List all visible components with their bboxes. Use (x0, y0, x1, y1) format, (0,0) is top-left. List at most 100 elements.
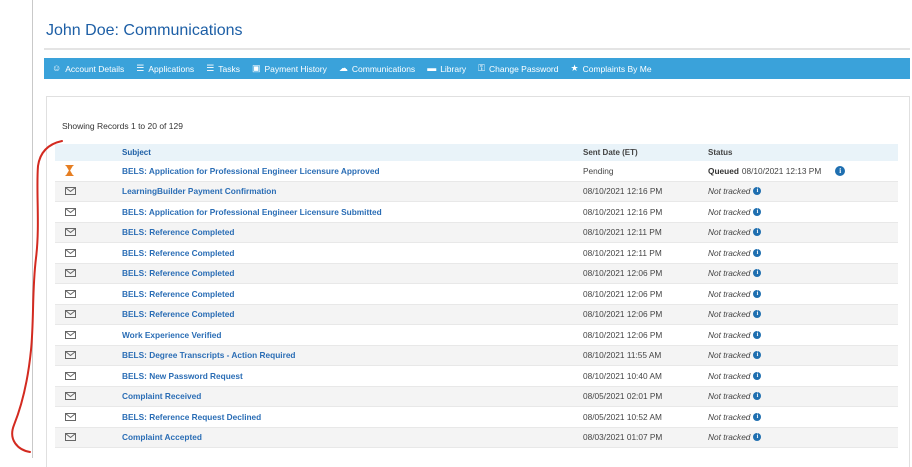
header-status[interactable]: Status (708, 148, 898, 157)
page-title: John Doe: Communications (46, 22, 243, 39)
info-icon[interactable]: i (753, 371, 762, 380)
info-icon[interactable]: i (753, 433, 762, 442)
envelope-icon (55, 269, 122, 278)
sent-date-cell: 08/10/2021 10:40 AM (583, 370, 662, 381)
nav-bar: ☺ Account Details ☰ Applications ☰ Tasks ▣ Paym… (44, 58, 910, 79)
status-cell: Not tracked i (708, 412, 898, 422)
subject-link[interactable]: BELS: Reference Completed (122, 227, 235, 237)
subject-link[interactable]: Work Experience Verified (122, 330, 221, 340)
sent-date-cell: 08/10/2021 12:16 PM (583, 206, 663, 217)
info-icon[interactable]: i (753, 330, 762, 339)
sent-date-cell: 08/03/2021 01:07 PM (583, 432, 663, 443)
table-row: BELS: Application for Professional Engin… (55, 161, 898, 182)
envelope-icon (55, 351, 122, 360)
subject-cell: BELS: Reference Completed (122, 248, 583, 258)
info-icon[interactable]: i (753, 351, 762, 360)
subject-link[interactable]: BELS: Reference Completed (122, 248, 235, 258)
sent-date-cell: 08/10/2021 12:06 PM (583, 268, 663, 279)
subject-link[interactable]: BELS: Application for Professional Engin… (122, 166, 380, 176)
nav-item-tasks[interactable]: ☰ Tasks (206, 64, 240, 74)
status-text: 08/10/2021 12:13 PM (741, 165, 822, 176)
nav-item-label: Communications (351, 63, 416, 74)
status-cell: Not tracked i (708, 432, 898, 442)
records-count: Showing Records 1 to 20 of 129 (62, 121, 183, 131)
table-row: BELS: Reference Completed 08/10/2021 12:1… (55, 222, 898, 243)
nav-item-label: Change Password (489, 63, 559, 74)
info-icon[interactable]: i (753, 248, 762, 257)
left-divider (32, 0, 33, 458)
nav-item-account-details[interactable]: ☺ Account Details (52, 64, 124, 74)
status-text: Not tracked (708, 247, 751, 258)
sent-date-cell: 08/10/2021 12:16 PM (583, 186, 663, 197)
info-icon[interactable]: i (835, 165, 846, 176)
table-row: BELS: Reference Completed 08/10/2021 12:0… (55, 304, 898, 325)
status-cell: Not tracked i (708, 391, 898, 401)
status-text: Not tracked (708, 206, 751, 217)
status-text: Not tracked (708, 268, 751, 279)
subject-cell: BELS: Reference Completed (122, 227, 583, 237)
table-row: Complaint Received 08/05/2021 02:01 PM Not… (55, 386, 898, 407)
nav-item-library[interactable]: ▬ Library (427, 64, 466, 74)
table-row: Complaint Accepted 08/03/2021 01:07 PM Not… (55, 427, 898, 448)
subject-link[interactable]: BELS: Reference Request Declined (122, 412, 261, 422)
subject-cell: Complaint Received (122, 391, 583, 401)
nav-item-complaints-by-me[interactable]: ★ Complaints By Me (571, 64, 652, 74)
info-icon[interactable]: i (753, 289, 762, 298)
envelope-icon (55, 187, 122, 196)
sent-date-cell: 08/05/2021 02:01 PM (583, 391, 663, 402)
subject-cell: BELS: Application for Professional Engin… (122, 207, 583, 217)
subject-link[interactable]: BELS: Reference Completed (122, 289, 235, 299)
subject-cell: BELS: New Password Request (122, 371, 583, 381)
envelope-icon (55, 433, 122, 442)
subject-link[interactable]: BELS: Reference Completed (122, 309, 235, 319)
status-text: Not tracked (708, 309, 751, 320)
status-text: Not tracked (708, 329, 751, 340)
envelope-icon (55, 248, 122, 257)
list-icon: ☰ (206, 63, 215, 73)
subject-link[interactable]: BELS: Degree Transcripts - Action Requir… (122, 350, 296, 360)
info-icon[interactable]: i (753, 187, 762, 196)
status-cell: Not tracked i (708, 207, 898, 217)
subject-link[interactable]: BELS: Reference Completed (122, 268, 235, 278)
nav-item-payment-history[interactable]: ▣ Payment History (252, 64, 327, 74)
nav-item-change-password[interactable]: ⚿ Change Password (478, 64, 558, 74)
status-cell: Not tracked i (708, 350, 898, 360)
info-icon[interactable]: i (753, 269, 762, 278)
subject-link[interactable]: Complaint Received (122, 391, 201, 401)
status-cell: Not tracked i (708, 186, 898, 196)
table-row: BELS: New Password Request 08/10/2021 10:… (55, 366, 898, 387)
subject-link[interactable]: BELS: Application for Professional Engin… (122, 207, 382, 217)
table-row: LearningBuilder Payment Confirmation 08/1… (55, 181, 898, 202)
subject-link[interactable]: BELS: New Password Request (122, 371, 243, 381)
info-icon[interactable]: i (753, 228, 762, 237)
info-icon[interactable]: i (753, 310, 762, 319)
subject-cell: BELS: Reference Completed (122, 289, 583, 299)
star-icon: ★ (570, 63, 579, 73)
subject-link[interactable]: Complaint Accepted (122, 432, 202, 442)
nav-item-applications[interactable]: ☰ Applications (136, 64, 194, 74)
info-icon[interactable]: i (753, 412, 762, 421)
status-cell: Not tracked i (708, 268, 898, 278)
table-row: Work Experience Verified 08/10/2021 12:06… (55, 325, 898, 346)
subject-cell: BELS: Reference Request Declined (122, 412, 583, 422)
subject-cell: BELS: Reference Completed (122, 309, 583, 319)
info-icon[interactable]: i (753, 392, 762, 401)
key-icon: ⚿ (478, 63, 486, 73)
nav-item-communications[interactable]: ☁ Communications (339, 64, 415, 74)
status-queued-label: Queued (708, 165, 739, 176)
table-row: BELS: Reference Completed 08/10/2021 12:0… (55, 284, 898, 305)
sent-date-cell: 08/10/2021 12:11 PM (583, 227, 662, 238)
user-icon: ☺ (52, 63, 62, 73)
subject-link[interactable]: LearningBuilder Payment Confirmation (122, 186, 276, 196)
nav-item-label: Library (440, 63, 467, 74)
info-icon[interactable]: i (753, 207, 762, 216)
status-cell: Not tracked i (708, 330, 898, 340)
sent-date-cell: 08/05/2021 10:52 AM (583, 411, 662, 422)
envelope-icon (55, 207, 122, 216)
list-icon: ☰ (136, 63, 145, 73)
header-sent-date[interactable]: Sent Date (ET) (583, 148, 708, 157)
status-text: Not tracked (708, 411, 751, 422)
header-subject[interactable]: Subject (122, 148, 583, 157)
envelope-icon (55, 330, 122, 339)
table-row: BELS: Reference Completed 08/10/2021 12:0… (55, 263, 898, 284)
